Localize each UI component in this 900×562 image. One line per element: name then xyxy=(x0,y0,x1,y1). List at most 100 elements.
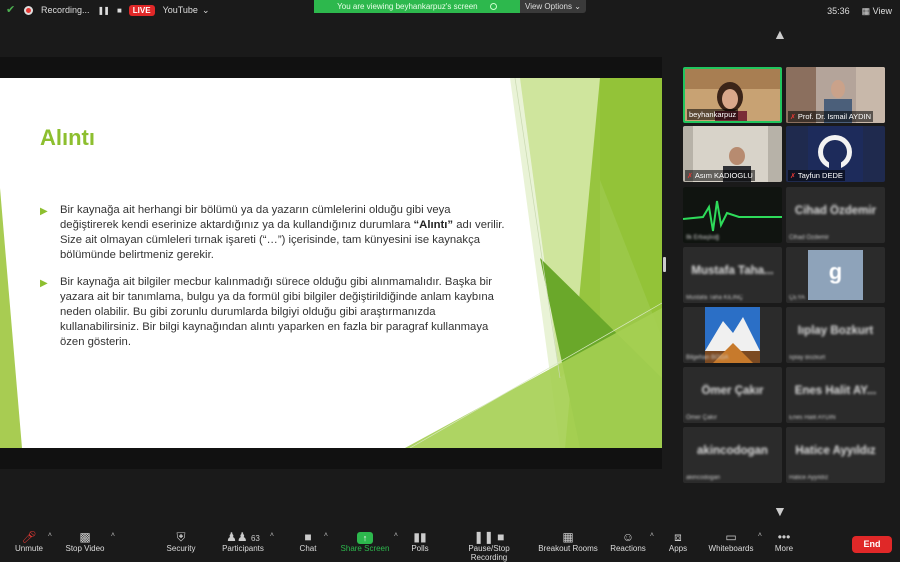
bar-chart-icon: ▮▮ xyxy=(413,530,427,544)
unmute-button[interactable]: 🎤︎ Unmute ˄ xyxy=(14,530,52,553)
chevron-up-icon[interactable]: ˄ xyxy=(111,532,115,539)
shield-icon: ⛨ xyxy=(176,530,186,544)
security-button[interactable]: ⛨ Security xyxy=(164,530,198,553)
participant-tile[interactable]: ✗ Tayfun DEDE xyxy=(786,126,885,182)
participant-tile[interactable]: Hatice Ayyıldız Hatice Ayyıldız xyxy=(786,427,885,483)
breakout-label: Breakout Rooms xyxy=(538,544,598,553)
pause-icon[interactable]: ❚❚ xyxy=(98,6,110,15)
muted-mic-icon: ✗ xyxy=(790,114,796,121)
participant-tile[interactable]: Cihad Özdemir Cihad Özdemir xyxy=(786,187,885,243)
participant-tile[interactable]: akincodogan akincodogan xyxy=(683,427,782,483)
meeting-toolbar: 🎤︎ Unmute ˄ ▩ Stop Video ˄ ⛨ Security ♟♟… xyxy=(0,528,900,562)
participant-name-placeholder: Hatice Ayyıldız xyxy=(795,445,876,457)
bullet-text: Bir kaynağa ait herhangi bir bölümü ya d… xyxy=(60,204,451,231)
chevron-up-icon[interactable]: ˄ xyxy=(324,532,328,539)
apps-icon: ⧈ xyxy=(674,530,682,544)
end-meeting-button[interactable]: End xyxy=(852,536,892,553)
slide-bullet: ▶ Bir kaynağa ait herhangi bir bölümü ya… xyxy=(40,203,510,263)
more-button[interactable]: ••• More xyxy=(774,530,794,553)
stream-target-dropdown[interactable]: YouTube ⌄ xyxy=(163,5,210,16)
view-options-label: View Options xyxy=(525,2,572,11)
participant-name-placeholder: Iıplay Bozkurt xyxy=(797,325,874,337)
participant-name: beyhankarpuz xyxy=(687,109,739,120)
chevron-down-icon: ⌄ xyxy=(201,4,210,15)
shared-screen: Alıntı ▶ Bir kaynağa ait herhangi bir bö… xyxy=(0,57,662,469)
participant-name: Hatice Ayyıldız xyxy=(789,475,829,481)
grid-icon: ▦ xyxy=(562,530,574,544)
share-screen-button[interactable]: ↑ Share Screen ˄ xyxy=(340,530,398,553)
chevron-up-icon[interactable]: ˄ xyxy=(48,532,52,539)
polls-button[interactable]: ▮▮ Polls xyxy=(409,530,431,553)
status-ring-icon xyxy=(489,3,497,11)
participant-name-placeholder: Ömer Çakır xyxy=(701,385,764,397)
pause-recording-label: Pause/Stop Recording xyxy=(468,544,510,562)
live-badge[interactable]: LIVE xyxy=(128,4,155,16)
chevron-up-icon[interactable]: ▲ xyxy=(773,26,787,42)
participant-name: Cihad Özdemir xyxy=(789,235,830,241)
reactions-button[interactable]: ☺ Reactions ˄ xyxy=(610,530,654,553)
view-button[interactable]: ▦ View xyxy=(862,6,892,17)
participant-tile[interactable]: Mustafa Taha... Mustafa Taha KILINÇ xyxy=(683,247,782,303)
slide-bullet-list: ▶ Bir kaynağa ait herhangi bir bölümü ya… xyxy=(40,203,510,362)
reactions-label: Reactions xyxy=(610,544,646,553)
chevron-down-icon[interactable]: ▼ xyxy=(773,503,787,519)
participant-tile[interactable]: ✗ Asım KADIOGLU xyxy=(683,126,782,182)
unmute-label: Unmute xyxy=(14,544,43,553)
stop-video-label: Stop Video xyxy=(65,544,105,553)
stop-video-button[interactable]: ▩ Stop Video ˄ xyxy=(63,530,116,553)
participant-tile[interactable]: Enes Halit AY... Enes Halit AYDIN xyxy=(786,367,885,423)
chevron-up-icon[interactable]: ˄ xyxy=(650,532,654,539)
more-label: More xyxy=(774,544,794,553)
participant-tile[interactable]: Iıplay Bozkurt Iıplay Bozkurt xyxy=(786,307,885,363)
participants-button[interactable]: ♟♟ 63 Participants ˄ xyxy=(220,530,274,553)
participant-tile[interactable]: g ÇEYA xyxy=(786,247,885,303)
stop-icon[interactable]: ■ xyxy=(117,6,122,15)
shield-icon[interactable]: ✔ xyxy=(6,4,16,16)
chevron-up-icon[interactable]: ˄ xyxy=(270,532,274,539)
pause-stop-icon: ❚❚ ■ xyxy=(473,530,505,544)
polls-label: Polls xyxy=(411,544,429,553)
bullet-bold-term: “Alıntı” xyxy=(413,219,454,231)
participant-tile[interactable]: beyhankarpuz xyxy=(683,67,782,123)
participant-name-placeholder: Cihad Özdemir xyxy=(794,205,877,217)
participant-count: 63 xyxy=(250,534,260,543)
share-arrow-icon: ↑ xyxy=(340,530,390,544)
chevron-up-icon[interactable]: ˄ xyxy=(758,532,762,539)
chevron-down-icon: ⌄ xyxy=(574,2,581,11)
chevron-up-icon[interactable]: ˄ xyxy=(394,532,398,539)
slide-bullet: ▶ Bir kaynağa ait bilgiler mecbur kalınm… xyxy=(40,275,510,350)
participant-name: ÇEYA xyxy=(789,295,805,301)
video-camera-icon: ▩ xyxy=(79,530,91,544)
split-resize-handle[interactable] xyxy=(663,257,666,272)
participant-name: Mustafa Taha KILINÇ xyxy=(686,295,743,301)
participant-name: Enes Halit AYDIN xyxy=(789,415,836,421)
participant-tile[interactable]: Ömer Çakır Ömer Çakır xyxy=(683,367,782,423)
participant-tile[interactable]: İlk Erbaşlıoğ xyxy=(683,187,782,243)
view-options-button[interactable]: View Options ⌄ xyxy=(520,0,586,13)
apps-label: Apps xyxy=(668,544,688,553)
bullet-arrow-icon: ▶ xyxy=(40,278,48,289)
participant-name: akincodogan xyxy=(686,475,721,481)
participant-name: İlk Erbaşlıoğ xyxy=(686,235,720,241)
apps-button[interactable]: ⧈ Apps xyxy=(667,530,689,553)
presentation-slide: Alıntı ▶ Bir kaynağa ait herhangi bir bö… xyxy=(0,78,662,448)
meeting-clock: 35:36 xyxy=(827,6,850,16)
chat-button[interactable]: ■ Chat ˄ xyxy=(296,530,328,553)
participant-name: Ömer Çakır xyxy=(686,415,718,421)
whiteboards-button[interactable]: ▭ Whiteboards ˄ xyxy=(708,530,762,553)
whiteboards-label: Whiteboards xyxy=(708,544,754,553)
muted-mic-icon: ✗ xyxy=(790,173,796,180)
participants-label: Participants xyxy=(222,544,264,553)
participant-name: ✗ Prof. Dr. Ismail AYDIN xyxy=(788,111,874,122)
chat-label: Chat xyxy=(299,544,317,553)
breakout-rooms-button[interactable]: ▦ Breakout Rooms xyxy=(538,530,598,553)
pause-stop-recording-button[interactable]: ❚❚ ■ Pause/Stop Recording xyxy=(449,530,529,562)
bullet-arrow-icon: ▶ xyxy=(40,206,48,217)
avatar-letter: g xyxy=(828,259,843,284)
people-icon: ♟♟ 63 xyxy=(226,530,260,544)
recording-icon[interactable] xyxy=(24,5,33,15)
participant-tile[interactable]: Bilgehan BOĞA xyxy=(683,307,782,363)
participant-name-placeholder: akincodogan xyxy=(697,445,768,457)
participant-tile[interactable]: ✗ Prof. Dr. Ismail AYDIN xyxy=(786,67,885,123)
chat-bubble-icon: ■ xyxy=(304,530,312,544)
